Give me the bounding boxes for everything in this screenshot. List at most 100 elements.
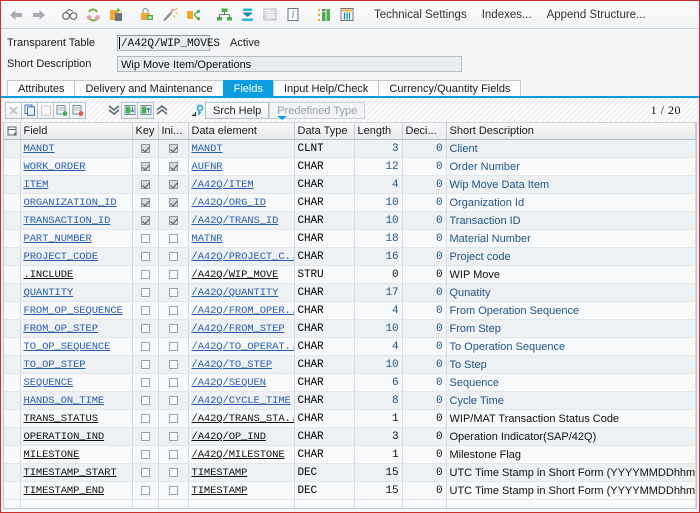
- data-element-link[interactable]: /A42Q/QUANTITY: [192, 287, 279, 299]
- cell-data-element[interactable]: /A42Q/TRANS_STA...: [188, 409, 295, 428]
- col-header-key[interactable]: Key: [132, 123, 159, 140]
- cell-initial-checkbox[interactable]: [158, 211, 189, 230]
- cell-data-element[interactable]: /A42Q/MILESTONE: [188, 445, 295, 464]
- columns-chart-icon[interactable]: [313, 4, 335, 26]
- cell-field[interactable]: TO_OP_SEQUENCE: [20, 337, 133, 356]
- scroll-top-button[interactable]: [153, 102, 170, 119]
- cell-key-checkbox[interactable]: [132, 211, 159, 230]
- cell-data-element[interactable]: /A42Q/ORG_ID: [188, 193, 295, 212]
- field-name-link[interactable]: TO_OP_STEP: [24, 359, 86, 371]
- cell-field[interactable]: TIMESTAMP_END: [20, 481, 133, 500]
- indexes-button[interactable]: Indexes...: [475, 4, 539, 26]
- refresh-circle-icon[interactable]: [82, 4, 104, 26]
- table-row[interactable]: ITEM/A42Q/ITEM CHAR 4 0 Wip Move Data Item: [4, 175, 696, 194]
- row-selector[interactable]: [4, 283, 21, 302]
- key-checkbox[interactable]: [140, 378, 150, 388]
- cell-data-element[interactable]: /A42Q/SEQUEN: [188, 373, 295, 392]
- key-checkbox[interactable]: [140, 144, 150, 154]
- row-selector[interactable]: [4, 391, 21, 410]
- back-arrow-icon[interactable]: [5, 4, 27, 26]
- key-checkbox[interactable]: [140, 180, 150, 190]
- table-row[interactable]: PART_NUMBER MATNR CHAR 18 0 Material Number: [4, 229, 696, 248]
- tab-delivery-and-maintenance[interactable]: Delivery and Maintenance: [74, 80, 224, 96]
- cell-key-checkbox[interactable]: [132, 229, 159, 248]
- key-checkbox[interactable]: [140, 468, 150, 478]
- field-name-link[interactable]: WORK_ORDER: [24, 161, 86, 173]
- cell-initial-checkbox[interactable]: [158, 427, 189, 446]
- cell-field[interactable]: HANDS_ON_TIME: [20, 391, 133, 410]
- cell-key-checkbox[interactable]: [132, 175, 159, 194]
- field-name-link[interactable]: PROJECT_CODE: [24, 251, 99, 263]
- table-row[interactable]: TO_OP_STEP/A42Q/TO_STEP CHAR 10 0 To Step: [4, 355, 696, 374]
- col-header-length[interactable]: Length: [354, 123, 403, 140]
- short-description-input[interactable]: Wip Move Item/Operations: [117, 56, 462, 72]
- col-header-decimals[interactable]: Deci...: [402, 123, 447, 140]
- row-selector[interactable]: [4, 301, 21, 320]
- key-checkbox[interactable]: [140, 198, 150, 208]
- page-up-button[interactable]: [137, 101, 154, 119]
- cell-data-element[interactable]: TIMESTAMP: [188, 463, 295, 482]
- cell-data-element[interactable]: TIMESTAMP: [188, 481, 295, 500]
- col-header-short-description[interactable]: Short Description: [446, 123, 696, 140]
- data-element-link[interactable]: /A42Q/FROM_STEP: [192, 323, 285, 335]
- initial-checkbox[interactable]: [168, 396, 178, 406]
- col-header-initial[interactable]: Ini...: [158, 123, 189, 140]
- field-name-link[interactable]: FROM_OP_SEQUENCE: [24, 305, 123, 317]
- initial-checkbox[interactable]: [168, 144, 178, 154]
- cell-key-checkbox[interactable]: [132, 391, 159, 410]
- srch-help-button[interactable]: Srch Help: [205, 101, 270, 119]
- cell-initial-checkbox[interactable]: [158, 355, 189, 374]
- key-checkbox[interactable]: [140, 270, 150, 280]
- table-row[interactable]: TRANS_STATUS/A42Q/TRANS_STA... CHAR 1 0 WIP/…: [4, 409, 696, 428]
- data-element-link[interactable]: AUFNR: [192, 161, 223, 173]
- cell-field[interactable]: FROM_OP_STEP: [20, 319, 133, 338]
- cell-initial-checkbox[interactable]: [158, 139, 189, 158]
- key-checkbox[interactable]: [140, 162, 150, 172]
- cell-field[interactable]: OPERATION_IND: [20, 427, 133, 446]
- key-checkbox[interactable]: [140, 486, 150, 496]
- field-name-link[interactable]: TIMESTAMP_END: [24, 485, 105, 497]
- data-element-link[interactable]: MATNR: [192, 233, 223, 245]
- cell-data-element[interactable]: /A42Q/FROM_OPER...: [188, 301, 295, 320]
- forward-arrow-icon[interactable]: [28, 4, 50, 26]
- key-checkbox[interactable]: [140, 396, 150, 406]
- cell-key-checkbox[interactable]: [132, 481, 159, 500]
- paste-row-button[interactable]: [37, 101, 54, 119]
- cell-data-element[interactable]: MATNR: [188, 229, 295, 248]
- data-element-link[interactable]: TIMESTAMP: [192, 467, 248, 479]
- scroll-bottom-button[interactable]: [105, 102, 122, 119]
- cell-data-element[interactable]: /A42Q/ITEM: [188, 175, 295, 194]
- cell-initial-checkbox[interactable]: [158, 481, 189, 500]
- tab-fields[interactable]: Fields: [222, 80, 274, 96]
- where-used-icon[interactable]: [182, 4, 204, 26]
- field-name-link[interactable]: TRANSACTION_ID: [24, 215, 111, 227]
- key-checkbox[interactable]: [140, 450, 150, 460]
- cell-field[interactable]: SEQUENCE: [20, 373, 133, 392]
- cell-key-checkbox[interactable]: [132, 139, 159, 158]
- row-selector[interactable]: [4, 409, 21, 428]
- data-element-link[interactable]: /A42Q/SEQUEN: [192, 377, 267, 389]
- select-all-header[interactable]: [4, 123, 21, 140]
- cell-empty[interactable]: [188, 499, 295, 508]
- cell-initial-checkbox[interactable]: [158, 193, 189, 212]
- field-name-link[interactable]: .INCLUDE: [24, 269, 74, 281]
- cell-empty[interactable]: [402, 499, 447, 508]
- initial-checkbox[interactable]: [168, 162, 178, 172]
- initial-checkbox[interactable]: [168, 288, 178, 298]
- table-row[interactable]: QUANTITY/A42Q/QUANTITY CHAR 17 0 Qunatity: [4, 283, 696, 302]
- cell-initial-checkbox[interactable]: [158, 463, 189, 482]
- key-checkbox[interactable]: [140, 288, 150, 298]
- cell-field[interactable]: QUANTITY: [20, 283, 133, 302]
- magic-wand-icon[interactable]: [159, 4, 181, 26]
- cell-key-checkbox[interactable]: [132, 247, 159, 266]
- data-element-link[interactable]: /A42Q/TRANS_ID: [192, 215, 279, 227]
- table-row[interactable]: FROM_OP_STEP/A42Q/FROM_STEP CHAR 10 0 From S…: [4, 319, 696, 338]
- field-name-link[interactable]: OPERATION_IND: [24, 431, 105, 443]
- cell-data-element[interactable]: /A42Q/PROJECT_C...: [188, 247, 295, 266]
- row-selector[interactable]: [4, 175, 21, 194]
- cell-data-element[interactable]: /A42Q/OP_IND: [188, 427, 295, 446]
- cell-data-element[interactable]: /A42Q/CYCLE_TIME: [188, 391, 295, 410]
- cell-key-checkbox[interactable]: [132, 337, 159, 356]
- key-checkbox[interactable]: [140, 216, 150, 226]
- cell-data-element[interactable]: /A42Q/TO_STEP: [188, 355, 295, 374]
